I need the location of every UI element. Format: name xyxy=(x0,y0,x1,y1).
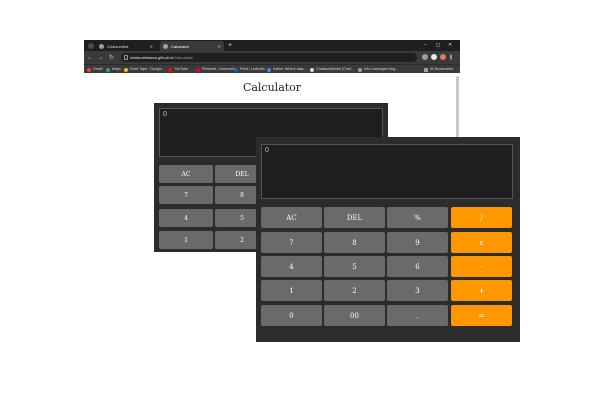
all-bookmarks[interactable]: All Bookmarks xyxy=(424,66,453,73)
calc-button-0[interactable]: 0 xyxy=(261,305,322,326)
download-icon[interactable] xyxy=(422,54,428,60)
new-tab-button[interactable]: + xyxy=(228,41,232,50)
close-window-icon[interactable]: ✕ xyxy=(448,41,452,50)
maximize-icon[interactable]: ◻ xyxy=(436,41,440,50)
minimize-icon[interactable]: – xyxy=(424,41,427,50)
extensions-icon[interactable] xyxy=(431,54,437,60)
kaltim-icon xyxy=(267,67,271,72)
calc-button-3[interactable]: 3 xyxy=(387,280,448,301)
calc-button-equals[interactable]: = xyxy=(451,305,512,326)
close-tab-icon[interactable]: ✕ xyxy=(218,44,221,49)
bookmark-label: Feed | LinkedIn xyxy=(240,67,265,71)
tab-favicon-icon xyxy=(163,43,168,49)
linkedin-icon xyxy=(234,67,238,72)
calc-button-4[interactable]: 4 xyxy=(261,256,322,277)
calc-button-9[interactable]: 9 xyxy=(387,232,448,253)
tab-favicon-icon xyxy=(99,43,104,49)
youtube-icon xyxy=(168,67,172,72)
forward-icon[interactable]: → xyxy=(95,55,106,61)
tab-search-icon[interactable] xyxy=(88,43,94,49)
calc-button-ac[interactable]: AC xyxy=(159,165,213,183)
calc-button-6[interactable]: 6 xyxy=(387,256,448,277)
calc-button-7[interactable]: 7 xyxy=(159,186,213,204)
calc-button-2[interactable]: 2 xyxy=(324,280,385,301)
tab-calculator[interactable]: Calculator ✕ xyxy=(160,41,224,51)
tab-chatsumbia[interactable]: Chatsumbia ✕ xyxy=(96,41,156,51)
calc-button-decimal[interactable]: . xyxy=(387,305,448,326)
bookmark-pinterest[interactable]: Pinterest - Indonesia xyxy=(196,66,235,73)
gmail-icon xyxy=(87,67,91,72)
bookmark-kaltim[interactable]: Kaltim: Where data... xyxy=(267,66,307,73)
address-host: chatsumbiasea.github.io xyxy=(130,55,174,60)
calc-button-multiply[interactable]: x xyxy=(451,232,512,253)
bookmark-label: Kaltim: Where data... xyxy=(273,67,307,71)
bookmark-gmail[interactable]: Gmail xyxy=(87,66,102,73)
calc-button-minus[interactable]: - xyxy=(451,256,512,277)
calc-button-plus[interactable]: + xyxy=(451,280,512,301)
calc-button-percent[interactable]: % xyxy=(387,207,448,228)
page-title: Calculator xyxy=(242,81,302,94)
reload-icon[interactable]: ↻ xyxy=(106,54,117,61)
bookmark-label: Chatsumbia/del (Chat... xyxy=(316,67,354,71)
calc-button-divide[interactable]: / xyxy=(451,207,512,228)
calc-button-5[interactable]: 5 xyxy=(324,256,385,277)
screenshot-canvas: Chatsumbia ✕ Calculator ✕ + – ◻ ✕ ← → ↻ … xyxy=(0,0,600,400)
site-info-icon[interactable] xyxy=(124,55,128,60)
calculator-display: 0 xyxy=(261,144,513,199)
calc-button-1[interactable]: 1 xyxy=(159,231,213,249)
calc-button-00[interactable]: 00 xyxy=(324,305,385,326)
bookmark-label: Info Lowongan Keg... xyxy=(364,67,398,71)
maps-icon xyxy=(106,67,110,72)
calc-button-7[interactable]: 7 xyxy=(261,232,322,253)
tab-label: Calculator xyxy=(171,43,190,49)
bookmark-lowongan[interactable]: Info Lowongan Keg... xyxy=(358,66,398,73)
menu-icon[interactable] xyxy=(450,54,452,60)
tab-strip: Chatsumbia ✕ Calculator ✕ + – ◻ ✕ xyxy=(84,40,460,51)
browser-toolbar: ← → ↻ chatsumbiasea.github.io /Calculato… xyxy=(84,51,460,64)
all-bookmarks-label: All Bookmarks xyxy=(430,67,453,71)
bookmark-label: Maps xyxy=(112,67,121,71)
pinterest-icon xyxy=(196,67,200,72)
bookmark-linkedin[interactable]: Feed | LinkedIn xyxy=(234,66,265,73)
bookmark-icon xyxy=(358,67,362,72)
bookmark-drive[interactable]: Drive Tape - Google... xyxy=(124,66,165,73)
folder-icon xyxy=(424,67,428,72)
calc-button-8[interactable]: 8 xyxy=(324,232,385,253)
bookmark-youtube[interactable]: YouTube xyxy=(168,66,188,73)
calc-button-del[interactable]: DEL xyxy=(324,207,385,228)
calc-button-4[interactable]: 4 xyxy=(159,209,213,227)
drive-icon xyxy=(124,67,128,72)
bookmark-label: Drive Tape - Google... xyxy=(130,67,165,71)
github-icon xyxy=(310,67,314,72)
calculator-front: 0 AC DEL%/7 8 9 x 4 5 6-1 2 3 +0 00. = xyxy=(256,137,520,342)
address-bar[interactable]: chatsumbiasea.github.io /Calculator/ xyxy=(121,53,417,62)
calc-button-ac[interactable]: AC xyxy=(261,207,322,228)
bookmark-label: YouTube xyxy=(174,67,189,71)
bookmark-github[interactable]: Chatsumbia/del (Chat... xyxy=(310,66,354,73)
calc-button-1[interactable]: 1 xyxy=(261,280,322,301)
profile-avatar[interactable] xyxy=(440,54,446,60)
address-path: /Calculator/ xyxy=(173,55,194,60)
bookmark-label: Pinterest - Indonesia xyxy=(202,67,235,71)
tab-label: Chatsumbia xyxy=(107,43,129,49)
close-tab-icon[interactable]: ✕ xyxy=(150,44,153,49)
bookmark-maps[interactable]: Maps xyxy=(106,66,121,73)
bookmarks-bar: Gmail Maps Drive Tape - Google... YouTub… xyxy=(84,64,460,73)
bookmark-label: Gmail xyxy=(93,67,103,71)
back-icon[interactable]: ← xyxy=(84,55,95,61)
